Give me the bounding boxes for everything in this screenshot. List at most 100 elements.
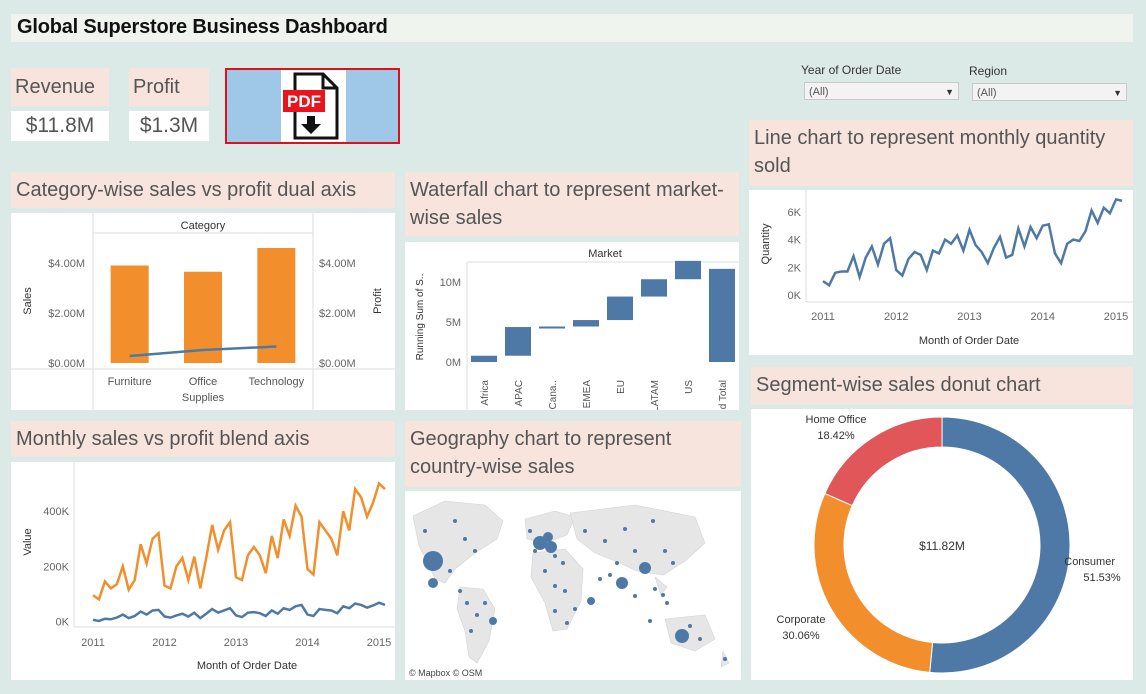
- chevron-down-icon: ▼: [1113, 88, 1122, 98]
- waterfall-bar: [539, 326, 565, 329]
- sales-line: [92, 481, 386, 602]
- category-chart-title: Category-wise sales vs profit dual axis: [11, 172, 395, 208]
- filter-region-value: (All): [977, 87, 997, 99]
- y-tick-label: 10M: [440, 277, 461, 289]
- x-tick-label: 2015: [367, 637, 391, 649]
- y2-tick-label: $4.00M: [319, 258, 356, 270]
- market-label: Cana..: [548, 380, 559, 409]
- country-marker: [688, 624, 692, 628]
- map-attribution: © Mapbox © OSM: [409, 668, 482, 678]
- sales-bar: [257, 248, 296, 363]
- country-marker: [553, 584, 557, 588]
- filter-year-value: (All): [809, 86, 829, 98]
- x-tick-label: 2012: [884, 311, 908, 323]
- chart-header: Market: [588, 248, 622, 260]
- x-tick-label: 2014: [295, 637, 319, 649]
- slice-name-label: Consumer: [1064, 556, 1115, 568]
- y-axis-label: Sales: [22, 287, 34, 315]
- country-marker: [458, 589, 462, 593]
- country-marker: [489, 617, 497, 625]
- revenue-label: Revenue: [11, 68, 109, 106]
- country-marker: [671, 561, 675, 565]
- waterfall-bar: [641, 279, 667, 297]
- country-marker: [423, 551, 443, 571]
- market-label: EU: [616, 380, 627, 394]
- country-marker: [543, 569, 547, 573]
- country-marker: [563, 589, 567, 593]
- donut-chart-panel: Consumer 51.53% Corporate 30.06% Home Office…: [751, 409, 1133, 680]
- donut-center-label: $11.82M: [919, 539, 965, 553]
- profit-line: [92, 601, 386, 623]
- country-marker: [639, 562, 651, 574]
- pdf-label: PDF: [287, 92, 321, 111]
- pdf-icon: PDF: [281, 70, 346, 142]
- market-label: Grand Total: [718, 380, 729, 410]
- chart-header: Category: [181, 220, 226, 232]
- country-marker: [598, 577, 602, 581]
- category-chart: Category $0.00M $2.00M $4.00M $0.00M $2.00M $4…: [11, 213, 395, 410]
- x-tick-label: 2013: [224, 637, 248, 649]
- y-tick-label: 2K: [788, 262, 802, 274]
- slice-percent-label: 30.06%: [782, 630, 820, 642]
- donut-chart: Consumer 51.53% Corporate 30.06% Home Office…: [777, 414, 1121, 674]
- x-tick-label: 2013: [957, 311, 981, 323]
- y-axis-label: Running Sum of S..: [415, 274, 426, 361]
- country-marker: [553, 609, 557, 613]
- market-label: Africa: [480, 380, 491, 406]
- country-marker: [483, 601, 487, 605]
- monthly-chart-title: Monthly sales vs profit blend axis: [11, 421, 395, 457]
- country-marker: [465, 601, 469, 605]
- country-marker: [543, 532, 553, 542]
- country-marker: [448, 569, 452, 573]
- y-tick-label: 400K: [43, 506, 69, 518]
- country-marker: [623, 527, 627, 531]
- country-marker: [528, 529, 532, 533]
- country-marker: [453, 519, 457, 523]
- slice-percent-label: 51.53%: [1083, 572, 1121, 584]
- pdf-export-button[interactable]: PDF: [225, 68, 400, 144]
- y-tick-label: 0M: [446, 357, 461, 369]
- y-tick-label: 200K: [43, 561, 69, 573]
- monthly-chart-panel: 0K 200K 400K 2011 2012 2013 2014 2015 Value Month…: [11, 462, 395, 680]
- country-marker: [428, 578, 438, 588]
- world-map[interactable]: © Mapbox © OSM: [405, 491, 741, 680]
- country-marker: [665, 601, 669, 605]
- waterfall-bar: [505, 327, 531, 356]
- category-label: Office: [189, 376, 218, 388]
- sales-bar: [110, 265, 149, 363]
- country-marker: [653, 587, 657, 591]
- y-tick-label: 5M: [446, 317, 461, 329]
- y-axis-label: Value: [22, 528, 34, 555]
- market-label: EMEA: [582, 380, 593, 409]
- waterfall-bar: [471, 355, 497, 362]
- donut-chart-title: Segment-wise sales donut chart: [751, 367, 1133, 405]
- quantity-line: [822, 197, 1123, 288]
- filter-year-label: Year of Order Date: [801, 63, 902, 77]
- country-marker: [661, 593, 665, 597]
- waterfall-chart-title: Waterfall chart to represent market-wise…: [405, 172, 739, 236]
- filter-region-select[interactable]: (All) ▼: [972, 83, 1127, 101]
- geo-map-panel[interactable]: © Mapbox © OSM: [405, 491, 741, 680]
- chevron-down-icon: ▼: [945, 87, 954, 97]
- category-label: Furniture: [108, 376, 152, 388]
- country-marker: [463, 537, 467, 541]
- country-marker: [723, 657, 727, 661]
- y-tick-label: $4.00M: [48, 258, 85, 270]
- waterfall-chart-panel: Market 0M 5M 10M Running Sum of S.. Africa APA…: [405, 242, 739, 432]
- category-chart-panel: Category $0.00M $2.00M $4.00M $0.00M $2.00M $4…: [11, 213, 395, 410]
- slice-name-label: Corporate: [777, 614, 826, 626]
- market-label: US: [684, 380, 695, 394]
- x-axis-label: Month of Order Date: [197, 660, 297, 672]
- country-marker: [475, 613, 479, 617]
- country-marker: [545, 541, 557, 553]
- filter-year-select[interactable]: (All) ▼: [804, 82, 959, 100]
- country-marker: [603, 539, 607, 543]
- country-marker: [633, 594, 637, 598]
- donut-slice: [813, 492, 934, 673]
- x-tick-label: 2012: [152, 637, 176, 649]
- waterfall-bar: [709, 268, 735, 362]
- slice-percent-label: 18.42%: [817, 430, 855, 442]
- market-label: LATAM: [650, 380, 661, 410]
- country-marker: [698, 637, 702, 641]
- country-marker: [633, 549, 637, 553]
